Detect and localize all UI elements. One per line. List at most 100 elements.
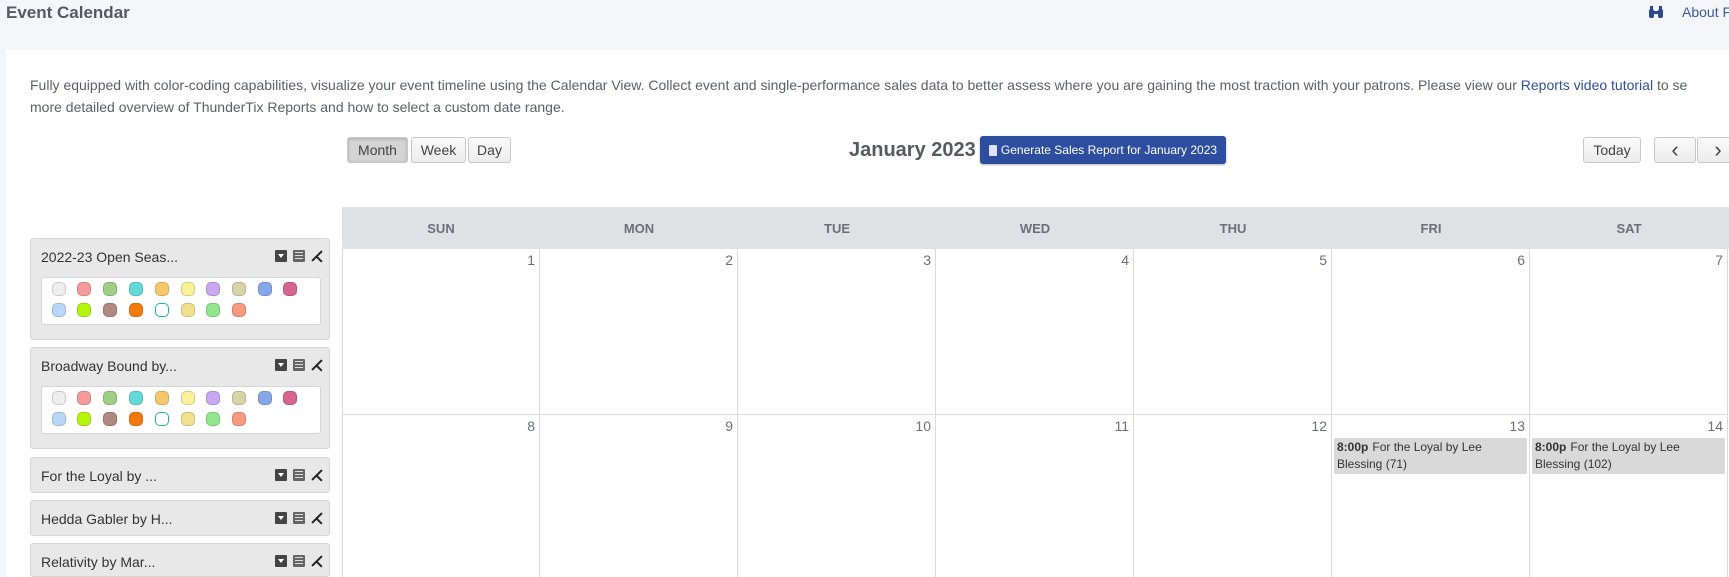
day-cell[interactable]: 11	[936, 415, 1134, 577]
day-number: 11	[1114, 418, 1129, 434]
edit-icon[interactable]	[293, 469, 305, 481]
unpin-icon[interactable]	[311, 512, 323, 524]
color-swatch[interactable]	[206, 391, 220, 405]
day-cell[interactable]: 9	[540, 415, 738, 577]
day-cell[interactable]: 1	[342, 249, 540, 415]
dow-header: FRI	[1420, 220, 1442, 236]
color-swatch[interactable]	[52, 303, 66, 317]
color-swatch[interactable]	[206, 303, 220, 317]
color-swatch[interactable]	[77, 303, 91, 317]
dropdown-icon[interactable]	[275, 555, 287, 567]
next-month-button[interactable]: ›	[1697, 137, 1729, 163]
color-swatch[interactable]	[258, 391, 272, 405]
day-cell[interactable]: 14 8:00p For the Loyal by Lee Blessing (1…	[1530, 415, 1728, 577]
sidebar-item-season[interactable]: 2022-23 Open Seas...	[30, 238, 330, 340]
color-swatch[interactable]	[155, 282, 169, 296]
color-swatch[interactable]	[129, 282, 143, 296]
day-number: 6	[1517, 252, 1525, 268]
color-swatch[interactable]	[232, 303, 246, 317]
day-view-button[interactable]: Day	[468, 137, 511, 163]
edit-icon[interactable]	[293, 359, 305, 371]
color-swatch[interactable]	[155, 391, 169, 405]
color-swatch[interactable]	[129, 303, 143, 317]
day-cell[interactable]: 3	[738, 249, 936, 415]
document-icon	[988, 144, 997, 156]
day-cell[interactable]: 12	[1134, 415, 1332, 577]
day-number: 4	[1121, 252, 1129, 268]
color-swatch[interactable]	[155, 303, 169, 317]
dow-header: SAT	[1616, 220, 1642, 236]
generate-sales-report-button[interactable]: Generate Sales Report for January 2023	[980, 136, 1226, 164]
calendar-event[interactable]: 8:00p For the Loyal by Lee Blessing (71)	[1334, 438, 1527, 474]
color-swatch[interactable]	[258, 282, 272, 296]
generate-sales-report-label: Generate Sales Report for January 2023	[1000, 143, 1218, 157]
day-number: 10	[915, 418, 931, 434]
color-swatch[interactable]	[181, 282, 195, 296]
sidebar-item-hedda-gabler[interactable]: Hedda Gabler by H...	[30, 500, 330, 536]
color-swatch[interactable]	[181, 412, 195, 426]
week-view-button[interactable]: Week	[411, 137, 466, 163]
calendar-header: SUN MON TUE WED THU FRI SAT	[342, 207, 1729, 249]
color-swatch[interactable]	[52, 282, 66, 296]
dow-header: SUN	[427, 220, 455, 236]
sidebar-item-for-the-loyal[interactable]: For the Loyal by ...	[30, 457, 330, 493]
color-swatch[interactable]	[129, 412, 143, 426]
dropdown-icon[interactable]	[275, 469, 287, 481]
binoculars-icon[interactable]	[1648, 5, 1664, 19]
color-swatch[interactable]	[103, 412, 117, 426]
day-cell[interactable]: 5	[1134, 249, 1332, 415]
day-cell[interactable]: 7	[1530, 249, 1728, 415]
month-view-button[interactable]: Month	[347, 137, 408, 163]
color-swatch[interactable]	[232, 412, 246, 426]
color-swatch[interactable]	[181, 303, 195, 317]
today-button[interactable]: Today	[1583, 137, 1641, 163]
color-swatch[interactable]	[77, 412, 91, 426]
event-time: 8:00p	[1337, 440, 1369, 454]
day-cell[interactable]: 10	[738, 415, 936, 577]
intro-line-1: Fully equipped with color-coding capabil…	[30, 74, 1729, 96]
dropdown-icon[interactable]	[275, 250, 287, 262]
day-number: 12	[1311, 418, 1327, 434]
day-cell[interactable]: 8	[342, 415, 540, 577]
day-cell[interactable]: 13 8:00p For the Loyal by Lee Blessing (7…	[1332, 415, 1530, 577]
page-title: Event Calendar	[6, 3, 130, 22]
color-swatch[interactable]	[206, 412, 220, 426]
color-swatch[interactable]	[52, 391, 66, 405]
color-swatch[interactable]	[155, 412, 169, 426]
calendar-event[interactable]: 8:00p For the Loyal by Lee Blessing (102)	[1532, 438, 1725, 474]
color-swatch[interactable]	[283, 391, 297, 405]
dropdown-icon[interactable]	[275, 512, 287, 524]
color-swatch[interactable]	[181, 391, 195, 405]
unpin-icon[interactable]	[311, 469, 323, 481]
day-cell[interactable]: 2	[540, 249, 738, 415]
edit-icon[interactable]	[293, 555, 305, 567]
color-swatch[interactable]	[283, 282, 297, 296]
color-swatch[interactable]	[77, 391, 91, 405]
color-swatch[interactable]	[232, 282, 246, 296]
edit-icon[interactable]	[293, 512, 305, 524]
unpin-icon[interactable]	[311, 250, 323, 262]
color-swatch[interactable]	[52, 412, 66, 426]
sidebar-item-relativity[interactable]: Relativity by Mar...	[30, 543, 330, 577]
color-swatch[interactable]	[206, 282, 220, 296]
color-swatch[interactable]	[103, 303, 117, 317]
intro-line-2: more detailed overview of ThunderTix Rep…	[30, 99, 565, 115]
color-swatch[interactable]	[103, 282, 117, 296]
prev-month-button[interactable]: ‹	[1654, 137, 1696, 163]
color-swatches	[41, 386, 321, 434]
day-cell[interactable]: 6	[1332, 249, 1530, 415]
dow-header: MON	[623, 220, 655, 236]
top-bar: Event Calendar About F	[0, 0, 1729, 46]
color-swatch[interactable]	[77, 282, 91, 296]
reports-video-tutorial-link[interactable]: Reports video tutorial	[1521, 77, 1653, 93]
sidebar-item-broadway-bound[interactable]: Broadway Bound by...	[30, 347, 330, 449]
edit-icon[interactable]	[293, 250, 305, 262]
dropdown-icon[interactable]	[275, 359, 287, 371]
color-swatch[interactable]	[103, 391, 117, 405]
unpin-icon[interactable]	[311, 555, 323, 567]
day-cell[interactable]: 4	[936, 249, 1134, 415]
unpin-icon[interactable]	[311, 359, 323, 371]
about-link[interactable]: About F	[1682, 4, 1729, 20]
color-swatch[interactable]	[232, 391, 246, 405]
color-swatch[interactable]	[129, 391, 143, 405]
